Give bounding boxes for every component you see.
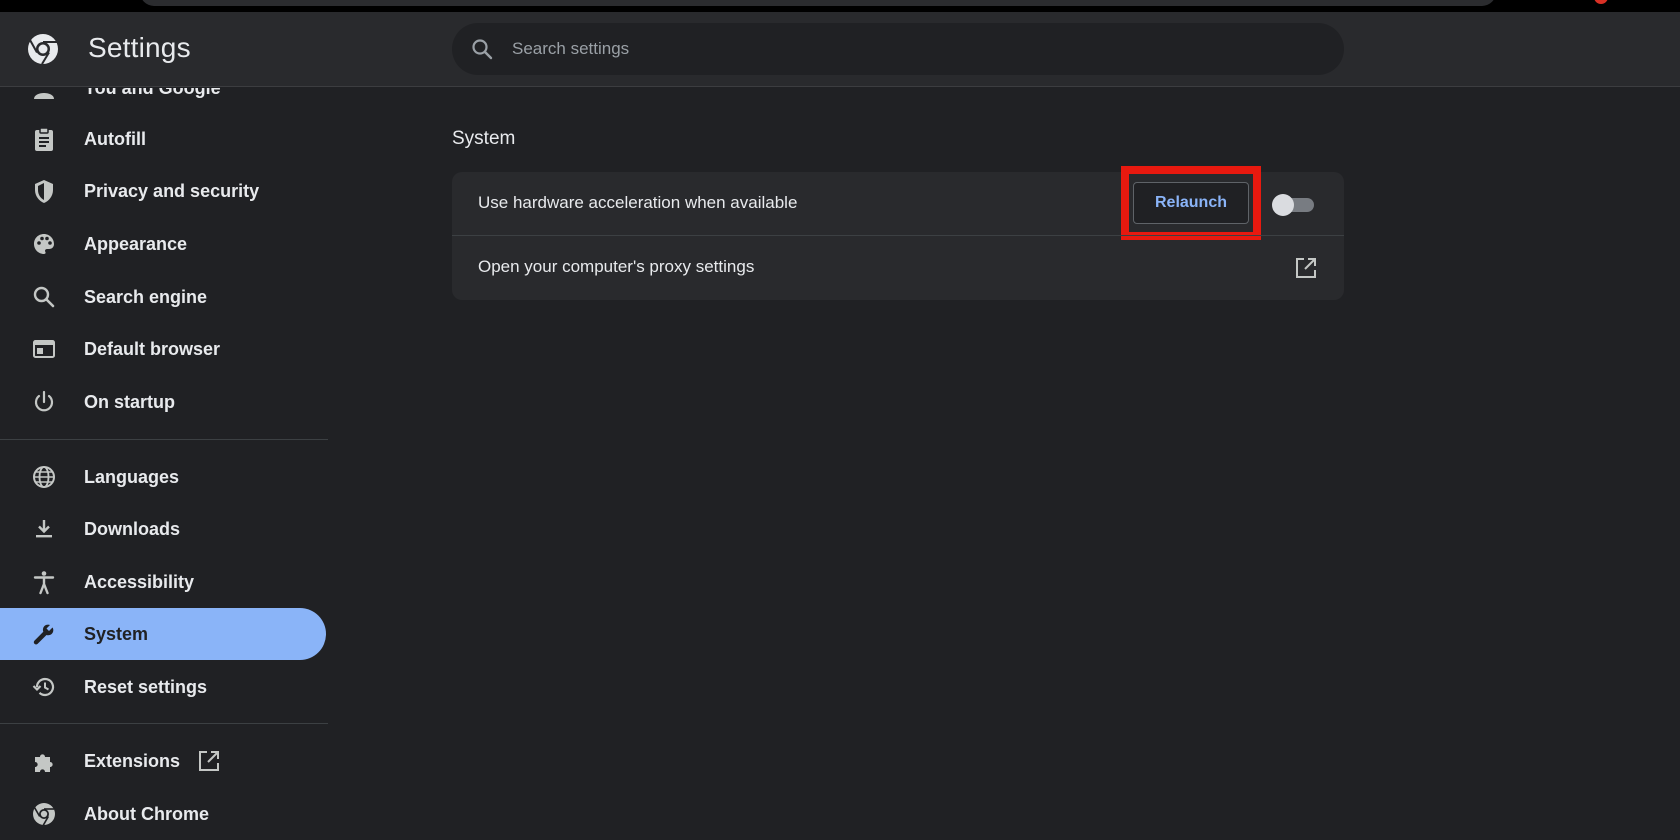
sidebar-item-appearance[interactable]: Appearance [0, 218, 326, 270]
clipboard-icon [35, 127, 53, 151]
open-in-new-icon [199, 751, 219, 771]
open-in-new-icon[interactable] [1294, 256, 1318, 280]
search-input[interactable] [512, 34, 1312, 64]
sidebar-item-label: Default browser [84, 338, 221, 359]
sidebar-item-extensions[interactable]: Extensions [0, 735, 326, 787]
sidebar-item-downloads[interactable]: Downloads [0, 503, 326, 555]
browser-frame-bar [140, 0, 1496, 6]
system-settings-card: Use hardware acceleration when available… [452, 166, 1344, 300]
sidebar-item-languages[interactable]: Languages [0, 451, 326, 503]
sidebar-item-label: Privacy and security [84, 180, 260, 201]
search-box[interactable] [452, 23, 1344, 75]
hardware-acceleration-row: Use hardware acceleration when available… [452, 166, 1344, 240]
browser-window-icon [33, 340, 55, 358]
globe-icon [33, 466, 55, 488]
sidebar-item-default-browser[interactable]: Default browser [0, 323, 326, 375]
sidebar-item-label: Extensions [84, 750, 181, 771]
shield-icon [35, 180, 53, 203]
search-icon [33, 286, 55, 308]
sidebar-item-label: Autofill [84, 128, 146, 149]
sidebar-item-label: Downloads [84, 518, 181, 539]
wrench-icon [33, 624, 54, 645]
sidebar-item-label: Languages [84, 466, 180, 487]
hardware-acceleration-label: Use hardware acceleration when available [478, 193, 798, 212]
sidebar-item-label: Appearance [84, 233, 188, 254]
sidebar-item-on-startup[interactable]: On startup [0, 376, 326, 428]
chrome-logo-icon [28, 34, 58, 65]
sidebar-item-label: About Chrome [84, 803, 209, 824]
hardware-acceleration-toggle[interactable] [1272, 194, 1316, 216]
sidebar-item-autofill[interactable]: Autofill [0, 113, 326, 165]
history-icon [32, 677, 55, 697]
download-icon [36, 520, 52, 538]
sidebar-item-label: Search engine [84, 286, 208, 307]
sidebar-item-accessibility[interactable]: Accessibility [0, 556, 326, 608]
sidebar-item-label: System [84, 623, 149, 644]
chrome-icon [33, 803, 55, 826]
proxy-settings-row[interactable]: Open your computer's proxy settings [452, 236, 1344, 300]
settings-header: Settings [0, 12, 1680, 87]
sidebar: You and Google Autofill Privacy and secu… [0, 88, 330, 840]
page-title: Settings [88, 32, 191, 63]
sidebar-divider [0, 723, 328, 724]
sidebar-divider [0, 439, 328, 440]
sidebar-item-label: On startup [84, 391, 176, 412]
relaunch-button[interactable]: Relaunch [1133, 182, 1249, 224]
sidebar-item-privacy[interactable]: Privacy and security [0, 165, 326, 217]
power-icon [34, 390, 54, 412]
sidebar-item-label: Reset settings [84, 676, 208, 697]
puzzle-icon [35, 754, 53, 772]
sidebar-item-label: You and Google [84, 88, 221, 99]
sidebar-item-label: Accessibility [84, 571, 195, 592]
sidebar-item-reset-settings[interactable]: Reset settings [0, 661, 326, 713]
sidebar-item-about-chrome[interactable]: About Chrome [0, 788, 326, 840]
sidebar-item-system[interactable]: System [0, 608, 326, 660]
notification-dot [1594, 0, 1608, 4]
top-strip [0, 0, 1680, 12]
person-icon [34, 93, 54, 99]
toggle-knob [1272, 194, 1294, 216]
search-icon [472, 39, 493, 60]
sidebar-item-search-engine[interactable]: Search engine [0, 271, 326, 323]
proxy-settings-label: Open your computer's proxy settings [478, 257, 755, 276]
palette-icon [34, 234, 54, 254]
sidebar-item-you-and-google[interactable]: You and Google [0, 88, 326, 114]
accessibility-icon [33, 571, 55, 595]
section-title: System [452, 128, 516, 149]
